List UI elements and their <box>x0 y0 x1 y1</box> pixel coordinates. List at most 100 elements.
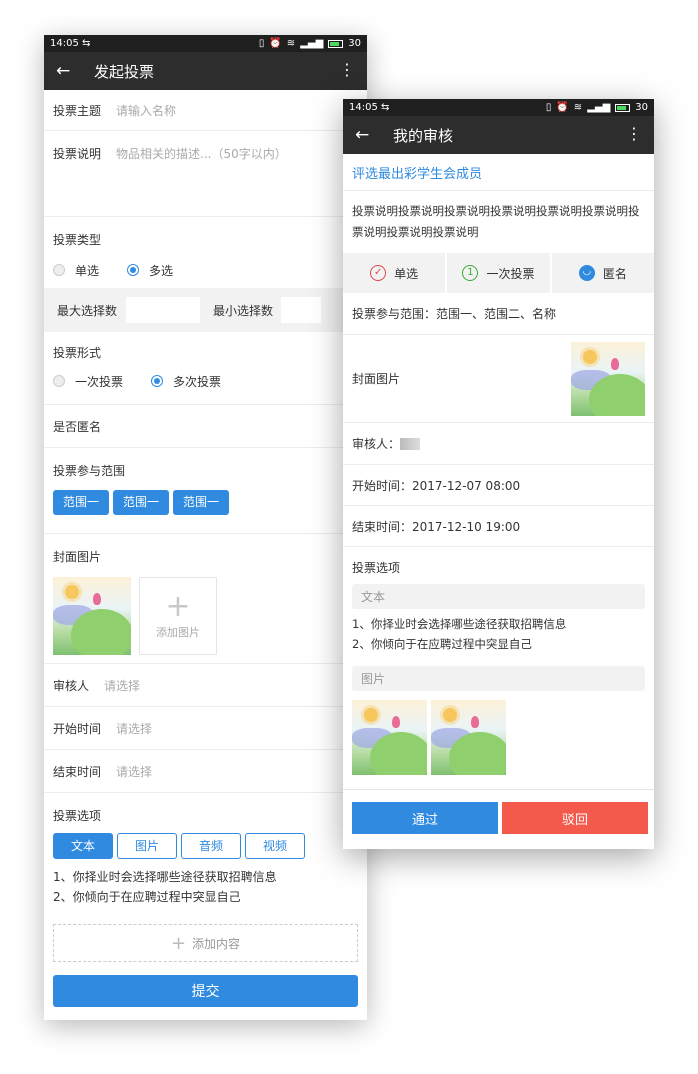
scope-tag[interactable]: 范围一 <box>113 490 170 515</box>
vote-type-options: 单选 多选 <box>53 260 358 280</box>
vote-form-label: 投票形式 <box>53 346 102 360</box>
max-select-input[interactable] <box>126 297 200 323</box>
approve-button[interactable]: 通过 <box>352 802 498 834</box>
cover-row: 封面图片 <box>343 335 654 423</box>
alarm-icon: ⏰ <box>269 38 282 49</box>
review-screen: 14:05 ⇆ ▯ ⏰ ≋ ▂▄▆ 30 ← 我的审核 ⋮ 评选最出彩学生会成员… <box>343 99 654 849</box>
selection-count-bar: 最大选择数 最小选择数 <box>44 288 367 332</box>
start-time-row[interactable]: 开始时间 请选择 <box>44 707 367 750</box>
check-circle-icon: ✓ <box>370 265 387 281</box>
add-image-button[interactable]: + 添加图片 <box>139 577 217 655</box>
scope-tag[interactable]: 范围一 <box>53 490 110 515</box>
end-time-row[interactable]: 结束时间 请选择 <box>44 750 367 793</box>
radio-multiple[interactable] <box>127 264 140 276</box>
radio-once[interactable] <box>53 375 65 387</box>
plus-icon: + <box>165 589 191 624</box>
app-bar: ← 我的审核 ⋮ <box>343 116 654 154</box>
more-menu-icon[interactable]: ⋮ <box>626 125 642 143</box>
tab-audio[interactable]: 音频 <box>181 833 241 859</box>
image-section-label: 图片 <box>352 666 645 691</box>
anonymous-label: 是否匿名 <box>53 419 102 434</box>
feature-anonymous: ◡ 匿名 <box>551 253 654 293</box>
wifi-icon: ≋ <box>286 38 296 49</box>
reject-button[interactable]: 驳回 <box>502 802 648 834</box>
radio-multiple-label: 多选 <box>149 263 174 278</box>
feature-single-label: 单选 <box>394 266 419 281</box>
cover-image[interactable] <box>53 577 131 655</box>
app-bar: ← 发起投票 ⋮ <box>44 52 367 90</box>
anonymous-row: 是否匿名 <box>44 405 367 448</box>
vote-features: ✓ 单选 1 一次投票 ◡ 匿名 <box>343 253 654 293</box>
radio-single[interactable] <box>53 264 65 276</box>
plus-icon: + <box>170 932 187 954</box>
cover-section: 封面图片 + 添加图片 <box>44 534 367 664</box>
topic-row[interactable]: 投票主题 请输入名称 <box>44 90 367 131</box>
cover-label: 封面图片 <box>53 550 102 564</box>
tab-image[interactable]: 图片 <box>117 833 177 859</box>
option-image[interactable] <box>431 700 506 775</box>
vote-description: 投票说明投票说明投票说明投票说明投票说明投票说明投票说明投票说明投票说明 <box>352 204 640 239</box>
create-vote-screen: 14:05 ⇆ ▯ ⏰ ≋ ▂▄▆ 30 ← 发起投票 ⋮ 投票主题 请输入名称… <box>44 35 367 1020</box>
scope-section: 投票参与范围 范围一 范围一 范围一 <box>44 448 367 534</box>
reviewer-row[interactable]: 审核人 请选择 <box>44 664 367 707</box>
topic-label: 投票主题 <box>53 103 102 118</box>
scope-tag[interactable]: 范围一 <box>173 490 230 515</box>
signal-icon: ▂▄▆ <box>300 38 324 49</box>
mask-icon: ◡ <box>578 265 595 281</box>
vote-type-section: 投票类型 单选 多选 <box>44 217 367 280</box>
options-section: 投票选项 文本 图片 音频 视频 1、你择业时会选择哪些途径获取招聘信息 2、你… <box>44 793 367 907</box>
min-select-input[interactable] <box>281 297 321 323</box>
min-select-label: 最小选择数 <box>213 303 274 318</box>
options-label: 投票选项 <box>352 561 401 575</box>
battery-icon <box>615 103 631 112</box>
tab-text[interactable]: 文本 <box>53 833 113 859</box>
list-item: 1、你择业时会选择哪些途径获取招聘信息 <box>352 617 567 631</box>
add-image-label: 添加图片 <box>156 626 200 639</box>
battery-level: 30 <box>635 102 648 113</box>
reviewer-avatar <box>400 437 421 450</box>
submit-button[interactable]: 提交 <box>53 975 358 1007</box>
vote-type-label: 投票类型 <box>53 233 102 247</box>
page-title: 发起投票 <box>94 62 155 81</box>
radio-once-label: 一次投票 <box>75 374 124 389</box>
status-bar: 14:05 ⇆ ▯ ⏰ ≋ ▂▄▆ 30 <box>44 35 367 52</box>
cover-image[interactable] <box>571 341 645 416</box>
list-item: 2、你倾向于在应聘过程中突显自己 <box>352 637 532 651</box>
text-section-label: 文本 <box>352 584 645 609</box>
cover-label: 封面图片 <box>352 372 401 386</box>
reviewer-row: 审核人： <box>343 423 654 465</box>
usb-icon: ⇆ <box>381 102 390 113</box>
scope-tags: 范围一 范围一 范围一 <box>53 490 358 515</box>
description-label: 投票说明 <box>53 147 102 161</box>
add-content-button[interactable]: + 添加内容 <box>53 924 358 962</box>
end-time-text: 结束时间：2017-12-10 19:00 <box>343 506 654 547</box>
scope-text: 投票参与范围：范围一、范围二、名称 <box>343 293 654 335</box>
vote-title: 评选最出彩学生会成员 <box>343 154 654 191</box>
battery-icon <box>328 39 344 48</box>
list-item: 2、你倾向于在应聘过程中突显自己 <box>53 890 241 904</box>
feature-once: 1 一次投票 <box>447 253 552 293</box>
start-time-select[interactable]: 请选择 <box>116 720 152 737</box>
refresh-one-icon: 1 <box>462 265 479 281</box>
description-row[interactable]: 投票说明 物品相关的描述...（50字以内） <box>44 131 367 217</box>
back-arrow-icon[interactable]: ← <box>355 125 383 145</box>
options-label: 投票选项 <box>53 809 102 823</box>
reviewer-label: 审核人 <box>53 678 90 693</box>
topic-input[interactable]: 请输入名称 <box>116 102 176 119</box>
reviewer-select[interactable]: 请选择 <box>104 677 140 694</box>
back-arrow-icon[interactable]: ← <box>56 61 84 81</box>
reviewer-label: 审核人： <box>352 437 401 451</box>
end-time-select[interactable]: 请选择 <box>116 763 152 780</box>
radio-single-label: 单选 <box>75 263 100 278</box>
cover-images: + 添加图片 <box>53 577 358 655</box>
option-image[interactable] <box>352 700 427 775</box>
option-list: 1、你择业时会选择哪些途径获取招聘信息 2、你倾向于在应聘过程中突显自己 <box>343 609 654 654</box>
radio-multi-times[interactable] <box>151 375 164 387</box>
description-input[interactable]: 物品相关的描述...（50字以内） <box>116 145 287 162</box>
signal-icon: ▂▄▆ <box>587 102 611 113</box>
more-menu-icon[interactable]: ⋮ <box>339 61 355 79</box>
vote-form-options: 一次投票 多次投票 <box>53 371 358 391</box>
vibrate-icon: ▯ <box>545 102 552 113</box>
tab-video[interactable]: 视频 <box>245 833 305 859</box>
feature-single: ✓ 单选 <box>343 253 448 293</box>
